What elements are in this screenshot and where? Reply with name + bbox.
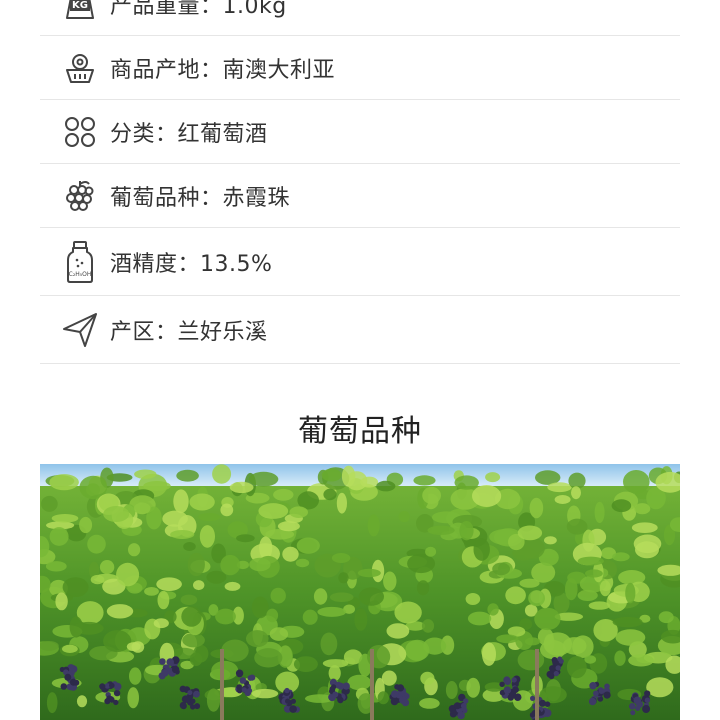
grape-icon bbox=[60, 176, 100, 216]
alcohol-bottle-icon: C₂H₅OH bbox=[60, 240, 100, 283]
spec-row-category: 分类：红葡萄酒 bbox=[40, 100, 680, 164]
origin-location-icon bbox=[60, 48, 100, 88]
spec-text-origin: 商品产地：南澳大利亚 bbox=[110, 57, 336, 83]
kg-weight-icon: KG bbox=[60, 0, 100, 24]
spec-row-alcohol: C₂H₅OH 酒精度：13.5% bbox=[40, 228, 680, 296]
kg-icon-label: KG bbox=[72, 0, 88, 11]
spec-text-grape: 葡萄品种：赤霞珠 bbox=[110, 185, 291, 211]
alcohol-icon-label: C₂H₅OH bbox=[69, 271, 92, 278]
spec-row-region: 产区：兰好乐溪 bbox=[40, 296, 680, 364]
spec-list: KG 产品重量：1.0kg 商品产地：南澳大利亚 分类：红葡萄酒 葡萄品种：赤霞… bbox=[40, 0, 680, 364]
spec-row-grape: 葡萄品种：赤霞珠 bbox=[40, 164, 680, 228]
product-detail-page: KG 产品重量：1.0kg 商品产地：南澳大利亚 分类：红葡萄酒 葡萄品种：赤霞… bbox=[0, 0, 720, 720]
spec-text-category: 分类：红葡萄酒 bbox=[110, 121, 268, 147]
vineyard-image bbox=[40, 464, 680, 720]
paper-plane-icon bbox=[60, 310, 100, 350]
spec-text-weight: 产品重量：1.0kg bbox=[110, 0, 287, 19]
spec-row-weight: KG 产品重量：1.0kg bbox=[40, 0, 680, 36]
spec-row-origin: 商品产地：南澳大利亚 bbox=[40, 36, 680, 100]
category-grid-icon bbox=[60, 112, 100, 152]
spec-text-region: 产区：兰好乐溪 bbox=[110, 319, 268, 345]
section-title-grape-variety: 葡萄品种 bbox=[298, 414, 422, 449]
spec-text-alcohol: 酒精度：13.5% bbox=[110, 251, 273, 277]
